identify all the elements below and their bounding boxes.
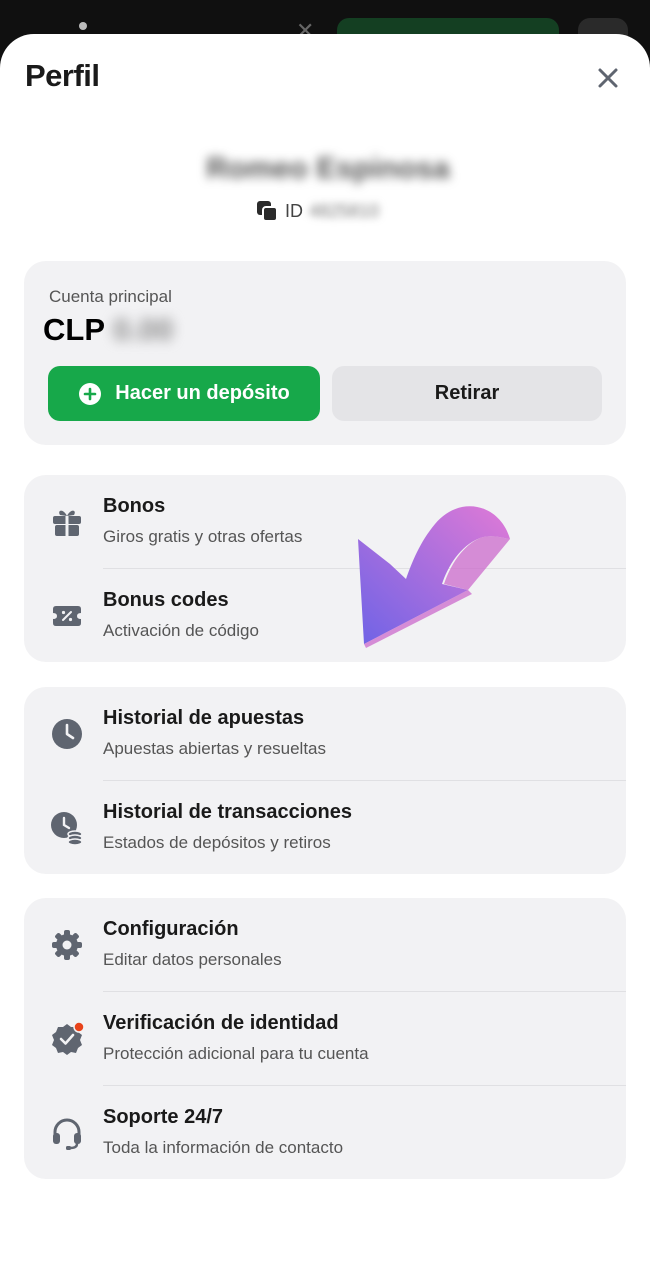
menu-item-support[interactable]: Soporte 24/7 Toda la información de cont… (24, 1086, 626, 1179)
menu-item-transaction-history[interactable]: Historial de transacciones Estados de de… (24, 781, 626, 874)
status-dot (79, 22, 87, 30)
menu-item-subtitle: Toda la información de contacto (103, 1138, 344, 1157)
balance-card: Cuenta principal CLP 0.00 Hacer un depós… (24, 261, 626, 445)
menu-item-bonos[interactable]: Bonos Giros gratis y otras ofertas (24, 475, 626, 568)
menu-item-subtitle: Apuestas abiertas y resueltas (103, 739, 327, 758)
menu-item-title: Historial de transacciones (103, 801, 352, 823)
menu-item-subtitle: Giros gratis y otras ofertas (103, 527, 303, 546)
close-icon[interactable] (589, 59, 627, 97)
menu-item-bonus-codes[interactable]: Bonus codes Activación de código (24, 569, 626, 662)
menu-item-title: Historial de apuestas (103, 707, 305, 729)
page-title: Perfil (25, 58, 100, 93)
bonus-group: Bonos Giros gratis y otras ofertas Bonus… (24, 475, 626, 662)
balance-amount: CLP 0.00 (43, 312, 173, 348)
plus-circle-icon (79, 382, 102, 405)
id-value: 4825810 (309, 200, 380, 221)
menu-item-subtitle: Activación de código (103, 621, 259, 640)
id-label: ID (285, 200, 303, 221)
settings-group: Configuración Editar datos personales Ve… (24, 898, 626, 1179)
deposit-label: Hacer un depósito (115, 382, 290, 404)
account-label: Cuenta principal (49, 287, 172, 306)
currency-code: CLP (43, 312, 105, 347)
menu-item-bet-history[interactable]: Historial de apuestas Apuestas abiertas … (24, 687, 626, 780)
verified-badge-icon (52, 1021, 85, 1055)
menu-item-settings[interactable]: Configuración Editar datos personales (24, 898, 626, 991)
coupon-icon (53, 606, 81, 626)
profile-sheet: Perfil Romeo Espinosa ID 4825810 Cuenta … (0, 34, 650, 1280)
history-group: Historial de apuestas Apuestas abiertas … (24, 687, 626, 874)
menu-item-title: Configuración (103, 918, 239, 940)
menu-item-subtitle: Protección adicional para tu cuenta (103, 1044, 369, 1063)
balance-value: 0.00 (113, 312, 174, 347)
withdraw-button[interactable]: Retirar (332, 366, 602, 421)
menu-item-identity-verification[interactable]: Verificación de identidad Protección adi… (24, 992, 626, 1085)
user-id-row: ID 4825810 (255, 196, 419, 226)
gear-icon (52, 930, 82, 960)
clock-icon (52, 719, 82, 749)
menu-item-title: Bonos (103, 495, 166, 517)
deposit-button[interactable]: Hacer un depósito (48, 366, 320, 421)
menu-item-title: Soporte 24/7 (103, 1106, 224, 1128)
menu-item-title: Verificación de identidad (103, 1012, 339, 1034)
withdraw-label: Retirar (434, 382, 500, 404)
history-coins-icon (51, 812, 83, 846)
username: Romeo Espinosa (206, 152, 450, 185)
menu-item-title: Bonus codes (103, 589, 229, 611)
headset-icon (53, 1118, 81, 1150)
menu-item-subtitle: Editar datos personales (103, 950, 282, 969)
gift-icon (53, 510, 81, 536)
copy-icon[interactable] (255, 199, 279, 223)
menu-item-subtitle: Estados de depósitos y retiros (103, 833, 331, 852)
